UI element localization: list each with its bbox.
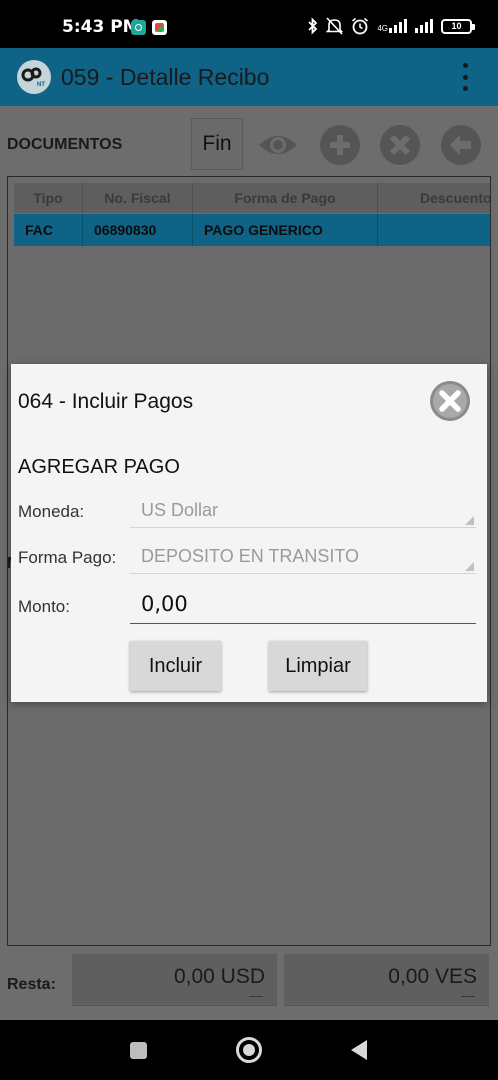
battery-icon: 10	[441, 18, 475, 34]
forma-pago-select[interactable]: DEPOSITO EN TRANSITO	[130, 540, 476, 574]
agregar-pago-heading: AGREGAR PAGO	[18, 456, 180, 478]
bluetooth-icon	[308, 17, 318, 35]
fin-button[interactable]: Fin	[191, 118, 243, 170]
limpiar-button[interactable]: Limpiar	[269, 641, 367, 691]
logo-text: NT	[37, 82, 45, 88]
total-ves-value: 0,00 VES	[388, 965, 477, 988]
eye-icon[interactable]	[257, 124, 299, 166]
back-arrow-icon[interactable]	[440, 124, 482, 166]
recents-icon[interactable]	[130, 1042, 147, 1059]
monto-value: 0,00	[141, 592, 188, 616]
status-time: 5:43 PM	[62, 17, 140, 37]
table-header: Tipo No. Fiscal Forma de Pago Descuento	[14, 183, 490, 213]
close-icon[interactable]	[429, 380, 471, 422]
column-header-tipo[interactable]: Tipo	[14, 183, 83, 213]
alarm-icon	[352, 17, 369, 35]
monto-input[interactable]: 0,00	[130, 586, 476, 624]
incluir-pagos-dialog: 064 - Incluir Pagos AGREGAR PAGO Moneda:…	[11, 364, 487, 702]
cell-descuento	[378, 214, 490, 246]
resta-label: Resta:	[7, 976, 56, 993]
moneda-value: US Dollar	[141, 500, 219, 520]
app-logo: NT	[17, 60, 51, 94]
total-ves-field: 0,00 VES	[284, 954, 489, 1006]
status-icons: 4G 10	[307, 16, 475, 36]
navigation-bar	[0, 1020, 498, 1080]
overflow-menu-icon[interactable]	[460, 63, 470, 91]
dropdown-arrow-icon	[465, 562, 474, 571]
store-app-icon	[152, 20, 167, 35]
dialog-title: 064 - Incluir Pagos	[18, 390, 194, 413]
app-bar: NT 059 - Detalle Recibo	[0, 48, 498, 106]
column-header-forma-pago[interactable]: Forma de Pago	[193, 183, 378, 213]
table-row[interactable]: FAC 06890830 PAGO GENERICO	[14, 214, 490, 246]
cell-tipo: FAC	[14, 214, 83, 246]
home-icon[interactable]	[236, 1037, 262, 1063]
signal-4g-icon: 4G	[377, 19, 407, 33]
column-header-descuento[interactable]: Descuento	[378, 183, 490, 213]
shield-app-icon	[131, 20, 146, 35]
cell-forma-pago: PAGO GENERICO	[193, 214, 378, 246]
forma-pago-value: DEPOSITO EN TRANSITO	[141, 546, 360, 566]
add-icon[interactable]	[319, 124, 361, 166]
moneda-label: Moneda:	[18, 502, 85, 521]
back-icon[interactable]	[351, 1040, 367, 1060]
dropdown-arrow-icon	[465, 516, 474, 525]
incluir-button[interactable]: Incluir	[130, 641, 221, 691]
network-type: 4G	[377, 24, 388, 33]
cell-no-fiscal: 06890830	[83, 214, 193, 246]
moneda-select[interactable]: US Dollar	[130, 494, 476, 528]
notifications-off-icon	[326, 17, 344, 35]
status-bar: 5:43 PM 4G 10	[0, 0, 498, 48]
delete-icon[interactable]	[379, 124, 421, 166]
logo-icon: NT	[21, 67, 45, 88]
total-usd-field: 0,00 USD	[72, 954, 277, 1006]
documents-label: DOCUMENTOS	[7, 136, 123, 153]
total-usd-value: 0,00 USD	[173, 965, 265, 988]
forma-pago-label: Forma Pago:	[18, 548, 117, 567]
page-title: 059 - Detalle Recibo	[61, 64, 270, 90]
column-header-no-fiscal[interactable]: No. Fiscal	[83, 183, 193, 213]
signal-icon	[415, 19, 433, 33]
monto-label: Monto:	[18, 597, 70, 616]
